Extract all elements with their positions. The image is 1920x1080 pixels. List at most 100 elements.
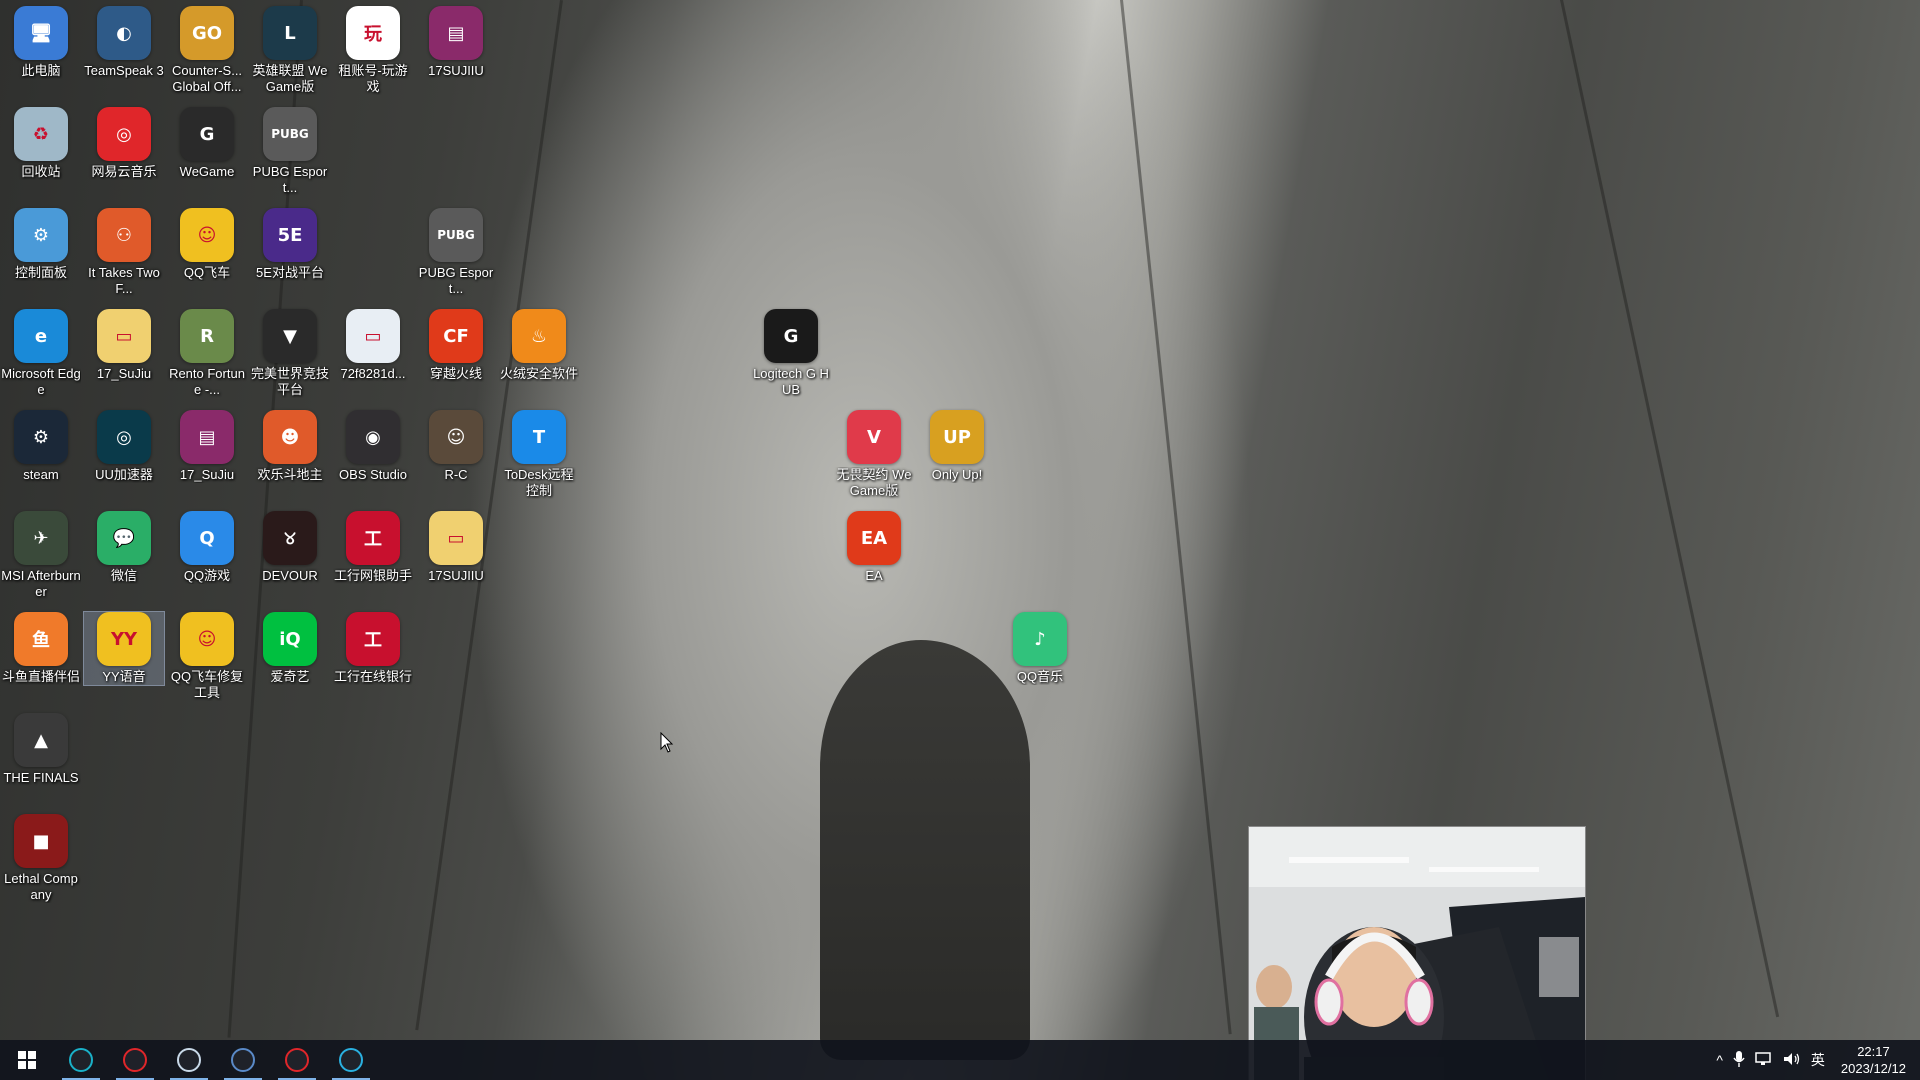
- desktop-icon-crossfire[interactable]: CF 穿越火线: [416, 309, 496, 382]
- desktop-icon-winrar[interactable]: ▤ 17SUJIIU: [416, 6, 496, 79]
- desktop-icon-douyu[interactable]: 鱼斗鱼直播伴侣: [1, 612, 81, 685]
- desktop-icon-recycle-bin[interactable]: ♻ 回收站: [1, 107, 81, 180]
- icbc-online-icon: 工: [346, 612, 400, 666]
- desktop-icon-perfect-world[interactable]: ▼ 完美世界竞技平台: [250, 309, 330, 398]
- desktop-icon-rent-account[interactable]: 玩租账号-玩游戏: [333, 6, 413, 95]
- clock[interactable]: 22:17 2023/12/12: [1835, 1043, 1912, 1077]
- desktop-icon-label: 控制面板: [14, 265, 67, 280]
- desktop-icon-icbc-online[interactable]: 工工行在线银行: [333, 612, 413, 685]
- desktop-icon-iqiyi[interactable]: iQ 爱奇艺: [250, 612, 330, 685]
- taskbar-uu-accelerator-button[interactable]: [54, 1040, 108, 1080]
- tray-chevron-icon[interactable]: ^: [1716, 1052, 1723, 1068]
- desktop-icon-label: UU加速器: [95, 467, 153, 482]
- desktop-icon-folder[interactable]: ▭ 17_SuJiu: [84, 309, 164, 382]
- desktop-icon-label: 无畏契约 WeGame版: [836, 467, 912, 498]
- desktop-icon-doudizhu[interactable]: ☻ 欢乐斗地主: [250, 410, 330, 483]
- huorong-icon: ♨: [512, 309, 566, 363]
- desktop-icon-valorant[interactable]: V 无畏契约 WeGame版: [834, 410, 914, 499]
- desktop-icon-label: 火绒安全软件: [499, 366, 578, 381]
- netease-music-icon: [285, 1048, 309, 1072]
- desktop-icon-label: Microsoft Edge: [1, 366, 81, 397]
- desktop-icon-wegame[interactable]: G WeGame: [167, 107, 247, 180]
- qq-speed-icon: ☺: [180, 208, 234, 262]
- desktop-icon-label: Counter-S... Global Off...: [171, 63, 243, 94]
- doudizhu-icon: ☻: [263, 410, 317, 464]
- ime-indicator[interactable]: 英: [1811, 1050, 1825, 1070]
- desktop-icon-label: QQ飞车修复工具: [170, 669, 244, 700]
- desktop-icon-pubg[interactable]: PUBG PUBG Esport...: [250, 107, 330, 196]
- desktop-icon-winrar[interactable]: ▤ 17_SuJiu: [167, 410, 247, 483]
- desktop-icon-it-takes-two[interactable]: ⚇ It Takes Two F...: [84, 208, 164, 297]
- uu-accelerator-icon: ◎: [97, 410, 151, 464]
- desktop-icon-label: TeamSpeak 3: [84, 63, 164, 78]
- folder-icon: ▭: [97, 309, 151, 363]
- desktop-icon-label: 17SUJIIU: [428, 568, 484, 583]
- netease-music-icon: ◎: [97, 107, 151, 161]
- wechat-icon: 💬: [97, 511, 151, 565]
- taskbar-steam-button[interactable]: [162, 1040, 216, 1080]
- desktop-icon-steam[interactable]: ⚙ steam: [1, 410, 81, 483]
- desktop-icon-label: 欢乐斗地主: [257, 467, 323, 482]
- desktop-icon-rento[interactable]: R Rento Fortune -...: [167, 309, 247, 398]
- taskbar-edge-button[interactable]: [324, 1040, 378, 1080]
- desktop-icon-teamspeak[interactable]: ◐ TeamSpeak 3: [84, 6, 164, 79]
- desktop-icon-label: 工行在线银行: [333, 669, 412, 684]
- desktop-icon-logitech-ghub[interactable]: G Logitech G HUB: [751, 309, 831, 398]
- desktop-icon-label: PUBG Esport...: [418, 265, 494, 296]
- network-icon[interactable]: [1755, 1051, 1773, 1069]
- desktop-icon-5e-platform[interactable]: 5E 5E对战平台: [250, 208, 330, 281]
- desktop-icon-ea[interactable]: EA EA: [834, 511, 914, 584]
- desktop: 🖥 此电脑 ◐ TeamSpeak 3 GO Counter-S... Global Of…: [0, 0, 1920, 1080]
- clock-date: 2023/12/12: [1840, 1061, 1906, 1076]
- desktop-icon-devour[interactable]: ୪ DEVOUR: [250, 511, 330, 584]
- desktop-icon-edge[interactable]: e Microsoft Edge: [1, 309, 81, 398]
- desktop-icon-qq-game[interactable]: Q QQ游戏: [167, 511, 247, 584]
- desktop-icon-label: THE FINALS: [3, 770, 79, 785]
- desktop-icon-label: 工行网银助手: [333, 568, 412, 583]
- desktop-icon-icbc[interactable]: 工工行网银助手: [333, 511, 413, 584]
- desktop-icon-control-panel[interactable]: ⚙ 控制面板: [1, 208, 81, 281]
- desktop-icon-photo[interactable]: ☺ R-C: [416, 410, 496, 483]
- desktop-icon-lethal-company[interactable]: ■ Lethal Company: [1, 814, 81, 903]
- desktop-icon-msi-afterburner[interactable]: ✈ MSI Afterburner: [1, 511, 81, 600]
- volume-icon[interactable]: [1783, 1052, 1801, 1069]
- desktop-icon-label: It Takes Two F...: [88, 265, 160, 296]
- desktop-icon-obs[interactable]: ◉ OBS Studio: [333, 410, 413, 483]
- desktop-icon-csgo[interactable]: GO Counter-S... Global Off...: [167, 6, 247, 95]
- it-takes-two-icon: ⚇: [97, 208, 151, 262]
- wegame-icon: G: [180, 107, 234, 161]
- desktop-icon-pubg[interactable]: PUBG PUBG Esport...: [416, 208, 496, 297]
- desktop-icon-folder[interactable]: ▭ 17SUJIIU: [416, 511, 496, 584]
- taskbar: ^ 英 22:17 2023/12/12: [0, 1040, 1920, 1080]
- msi-afterburner-icon: ✈: [14, 511, 68, 565]
- qq-speed-repair-icon: ☺: [180, 612, 234, 666]
- desktop-icon-todesk[interactable]: T ToDesk远程控制: [499, 410, 579, 499]
- desktop-icon-label: QQ游戏: [183, 568, 231, 583]
- desktop-icon-image-file[interactable]: ▭ 72f8281d...: [333, 309, 413, 382]
- taskbar-obs-recording-button[interactable]: [108, 1040, 162, 1080]
- system-tray: ^ 英 22:17 2023/12/12: [1716, 1040, 1912, 1080]
- desktop-icon-label: Logitech G HUB: [753, 366, 829, 397]
- desktop-icon-wechat[interactable]: 💬 微信: [84, 511, 164, 584]
- desktop-icon-huorong[interactable]: ♨ 火绒安全软件: [499, 309, 579, 382]
- pubg-icon: PUBG: [429, 208, 483, 262]
- desktop-icon-computer[interactable]: 🖥 此电脑: [1, 6, 81, 79]
- desktop-icon-netease-music[interactable]: ◎ 网易云音乐: [84, 107, 164, 180]
- desktop-icon-the-finals[interactable]: ▲ THE FINALS: [1, 713, 81, 786]
- desktop-icon-qq-speed-repair[interactable]: ☺ QQ飞车修复工具: [167, 612, 247, 701]
- desktop-icon-qq-music[interactable]: ♪ QQ音乐: [1000, 612, 1080, 685]
- windows-start-icon[interactable]: [0, 1040, 54, 1080]
- microphone-icon[interactable]: [1733, 1050, 1745, 1070]
- qq-game-icon: Q: [180, 511, 234, 565]
- desktop-icon-uu-accelerator[interactable]: ◎ UU加速器: [84, 410, 164, 483]
- desktop-icon-yy-voice[interactable]: YY YY语音: [83, 611, 165, 686]
- desktop-icon-only-up[interactable]: UP Only Up!: [917, 410, 997, 483]
- desktop-icon-lol[interactable]: L 英雄联盟 WeGame版: [250, 6, 330, 95]
- desktop-icon-label: steam: [23, 467, 59, 482]
- taskbar-teamspeak-button[interactable]: [216, 1040, 270, 1080]
- pubg-icon: PUBG: [263, 107, 317, 161]
- desktop-icon-label: 5E对战平台: [256, 265, 324, 280]
- desktop-icon-qq-speed[interactable]: ☺ QQ飞车: [167, 208, 247, 281]
- taskbar-netease-music-button[interactable]: [270, 1040, 324, 1080]
- control-panel-icon: ⚙: [14, 208, 68, 262]
